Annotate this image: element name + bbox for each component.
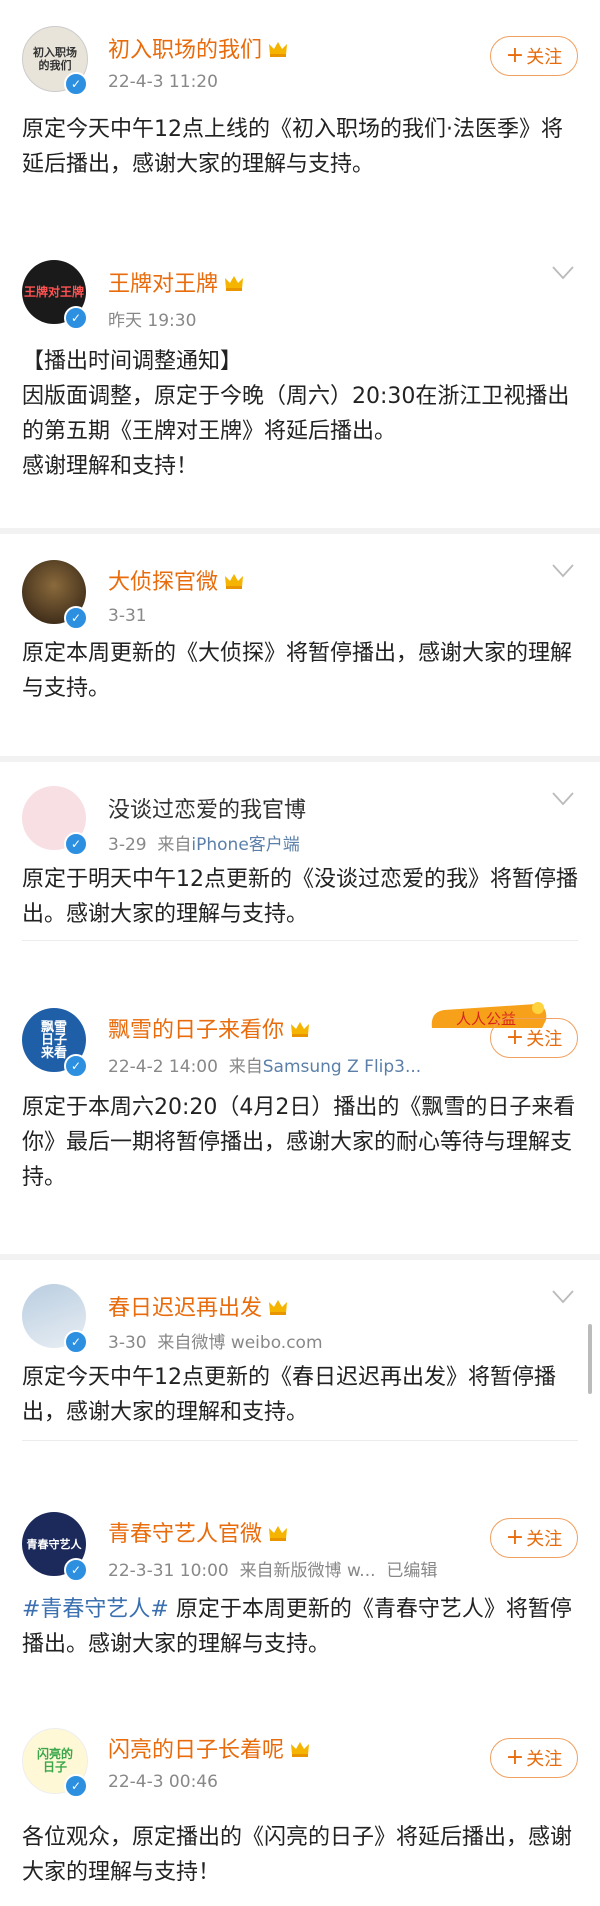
edited-label: 已编辑	[386, 1561, 438, 1581]
post-meta: 22-4-2 14:00 来自Samsung Z Flip3...	[108, 1057, 422, 1077]
weibo-feed: 初入职场 的我们 ✓ 初入职场的我们 22-4-3 11:20 + 关注 原定今天…	[0, 0, 600, 1906]
post-text: 各位观众，原定播出的《闪亮的日子》将延后播出，感谢大家的理解与支持！	[22, 1825, 573, 1885]
text-line: 感谢理解和支持！	[22, 454, 199, 479]
crown-icon	[291, 1022, 310, 1037]
plus-icon: +	[505, 1745, 525, 1770]
post-text: 原定于本周六20:20（4月2日）播出的《飘雪的日子来看你》最后一期将暂停播出，…	[22, 1095, 576, 1190]
verified-icon: ✓	[64, 1330, 88, 1354]
scrollbar[interactable]	[588, 1324, 592, 1394]
source-link[interactable]: weibo.com	[231, 1333, 323, 1353]
divider	[22, 940, 578, 941]
source-link[interactable]: iPhone客户端	[191, 835, 299, 855]
avatar-text: 青春守艺人	[26, 1537, 82, 1551]
account-name[interactable]: 初入职场的我们	[108, 32, 288, 64]
post-meta: 3-29 来自iPhone客户端	[108, 835, 300, 855]
post-card: ✓ 春日迟迟再出发 3-30 来自微博 weibo.com 原定今天中午12点更…	[0, 1260, 600, 1482]
post-card: 闪亮的 日子 ✓ 闪亮的日子长着呢 22-4-3 00:46 + 关注 各位观众，…	[0, 1692, 600, 1906]
follow-button[interactable]: + 关注	[490, 1518, 578, 1558]
post-time: 22-4-3 11:20	[108, 72, 218, 92]
verified-icon: ✓	[64, 1558, 88, 1582]
post-text: 原定于明天中午12点更新的《没谈过恋爱的我》将暂停播出。感谢大家的理解与支持。	[22, 867, 578, 927]
chevron-down-icon[interactable]	[552, 792, 574, 806]
crown-icon	[269, 42, 288, 57]
crown-icon	[269, 1526, 288, 1541]
post-text: 原定今天中午12点上线的《初入职场的我们·法医季》将延后播出，感谢大家的理解与支…	[22, 117, 563, 177]
post-time: 昨天 19:30	[108, 311, 197, 331]
verified-icon: ✓	[64, 1774, 88, 1798]
crown-icon	[291, 1742, 310, 1757]
avatar-text: 飘雪 日子 来看	[40, 1019, 67, 1061]
avatar-text: 王牌对王牌	[23, 284, 84, 299]
account-name[interactable]: 春日迟迟再出发	[108, 1290, 288, 1322]
verified-icon: ✓	[64, 832, 88, 856]
post-card: ✓ 大侦探官微 3-31 原定本周更新的《大侦探》将暂停播出，感谢大家的理解与支…	[0, 534, 600, 760]
post-text: 原定本周更新的《大侦探》将暂停播出，感谢大家的理解与支持。	[22, 641, 573, 701]
follow-button[interactable]: + 关注	[490, 1018, 578, 1058]
post-time: 3-31	[108, 606, 147, 626]
post-text: 【播出时间调整通知】 因版面调整，原定于今晚（周六）20:30在浙江卫视播出的第…	[22, 344, 578, 484]
divider	[22, 1440, 578, 1441]
avatar-text: 初入职场 的我们	[33, 46, 77, 72]
chevron-down-icon[interactable]	[552, 1290, 574, 1304]
crown-icon	[225, 276, 244, 291]
text-line: 因版面调整，原定于今晚（周六）20:30在浙江卫视播出的第五期《王牌对王牌》将延…	[22, 384, 570, 444]
avatar-text: 闪亮的 日子	[36, 1747, 73, 1774]
post-time: 22-4-3 00:46	[108, 1772, 218, 1792]
post-card: ✓ 没谈过恋爱的我官博 3-29 来自iPhone客户端 原定于明天中午12点更…	[0, 762, 600, 960]
text-line: 【播出时间调整通知】	[22, 349, 243, 374]
crown-icon	[269, 1300, 288, 1315]
crown-icon	[225, 574, 244, 589]
post-card: 初入职场 的我们 ✓ 初入职场的我们 22-4-3 11:20 + 关注 原定今天…	[0, 0, 600, 230]
plus-icon: +	[505, 1025, 525, 1050]
verified-icon: ✓	[64, 306, 88, 330]
verified-icon: ✓	[64, 1054, 88, 1078]
source-link[interactable]: Samsung Z Flip3...	[263, 1057, 421, 1077]
account-name[interactable]: 青春守艺人官微	[108, 1516, 288, 1548]
account-name[interactable]: 王牌对王牌	[108, 266, 244, 298]
plus-icon: +	[505, 43, 525, 68]
post-card: 王牌对王牌 ✓ 王牌对王牌 昨天 19:30 【播出时间调整通知】 因版面调整，…	[0, 230, 600, 530]
post-text: 原定今天中午12点更新的《春日迟迟再出发》将暂停播出，感谢大家的理解和支持。	[22, 1365, 556, 1425]
account-name[interactable]: 没谈过恋爱的我官博	[108, 792, 306, 824]
account-name[interactable]: 大侦探官微	[108, 564, 244, 596]
follow-button[interactable]: + 关注	[490, 36, 578, 76]
chevron-down-icon[interactable]	[552, 266, 574, 280]
chevron-down-icon[interactable]	[552, 564, 574, 578]
account-name[interactable]: 闪亮的日子长着呢	[108, 1732, 310, 1764]
verified-icon: ✓	[64, 606, 88, 630]
account-name[interactable]: 飘雪的日子来看你	[108, 1012, 310, 1044]
plus-icon: +	[505, 1525, 525, 1550]
post-text: #青春守艺人# 原定于本周更新的《青春守艺人》将暂停播出。感谢大家的理解与支持。	[22, 1592, 578, 1662]
post-card: 飘雪 日子 来看 ✓ 飘雪的日子来看你 22-4-2 14:00 来自Samsu…	[0, 960, 600, 1256]
hashtag-link[interactable]: #青春守艺人#	[22, 1597, 169, 1622]
verified-icon: ✓	[64, 72, 88, 96]
post-meta: 3-30 来自微博 weibo.com	[108, 1333, 323, 1353]
post-card: 青春守艺人 ✓ 青春守艺人官微 22-3-31 10:00 来自新版微博 w..…	[0, 1482, 600, 1692]
follow-button[interactable]: + 关注	[490, 1738, 578, 1778]
post-meta: 22-3-31 10:00 来自新版微博 w... 已编辑	[108, 1561, 438, 1581]
